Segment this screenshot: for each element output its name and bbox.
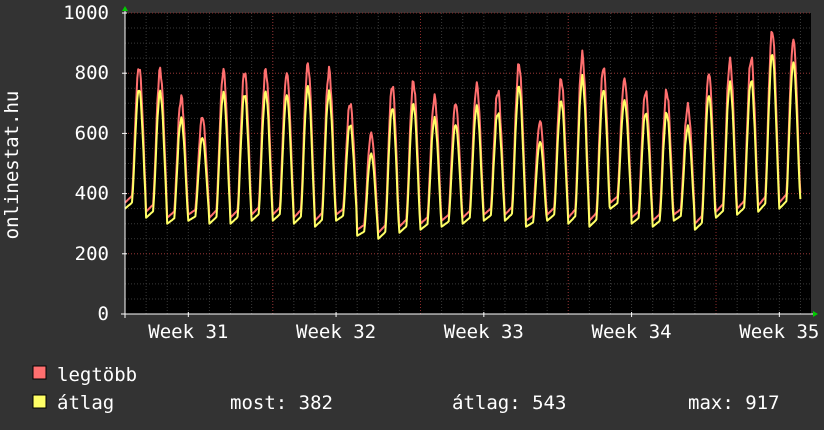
chart: 02004006008001000 Week 31 Week 32 Week 33 W… [1, 2, 819, 414]
y-tick-label: 400 [75, 183, 109, 205]
x-tick-label: Week 34 [592, 321, 672, 343]
y-tick-label: 1000 [63, 2, 109, 24]
stat-max: max: 917 [688, 392, 780, 414]
y-axis-arrow [122, 6, 128, 11]
x-tick-label: Week 35 [739, 321, 819, 343]
x-tick-label: Week 31 [148, 321, 228, 343]
y-tick-label: 800 [75, 62, 109, 84]
stat-now: most: 382 [230, 392, 333, 414]
legend-swatch-avg [32, 394, 47, 409]
x-tick-labels: Week 31 Week 32 Week 33 Week 34 Week 35 [148, 321, 819, 343]
legend-label-avg: átlag [57, 392, 114, 414]
x-axis-arrow [813, 311, 818, 317]
x-tick-label: Week 33 [444, 321, 524, 343]
y-tick-labels: 0 200 400 600 800 1000 [63, 2, 109, 325]
y-tick-label: 600 [75, 122, 109, 144]
legend-label-max: legtöbb [57, 364, 137, 386]
legend-swatch-max [32, 365, 47, 380]
y-axis-label: onlinestat.hu [1, 91, 23, 240]
y-tick-label: 0 [98, 303, 109, 325]
y-tick-label: 200 [75, 243, 109, 265]
stat-avg: átlag: 543 [452, 392, 566, 414]
x-tick-label: Week 32 [296, 321, 376, 343]
